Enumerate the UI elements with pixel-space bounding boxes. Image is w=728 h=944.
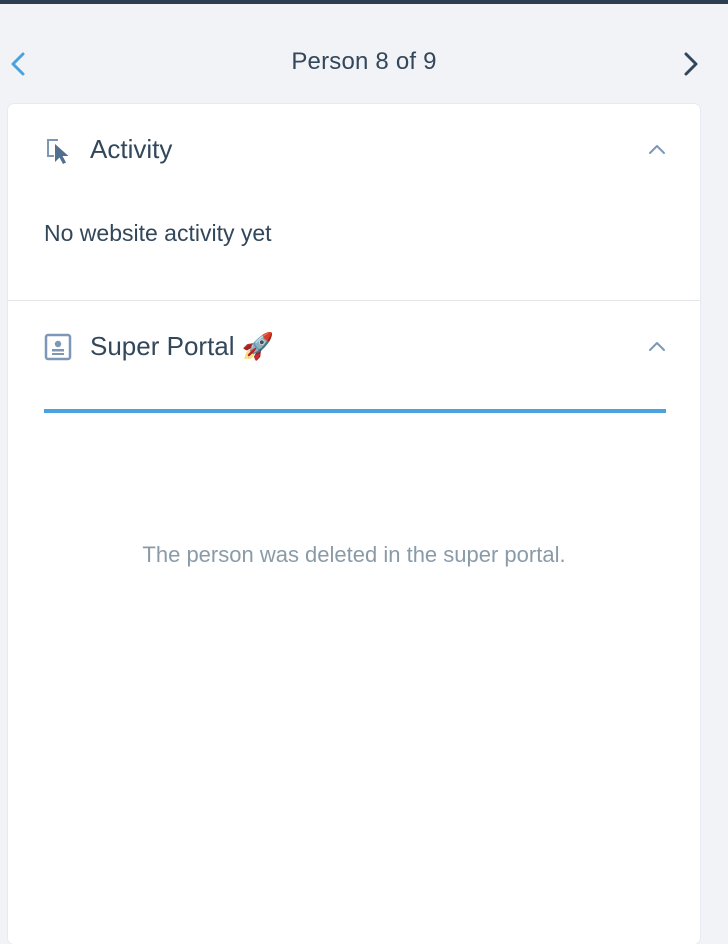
sidebar-card: Activity No website activity yet Super P… [8, 104, 700, 944]
activity-empty-text: No website activity yet [44, 220, 272, 246]
chevron-up-icon[interactable] [646, 335, 668, 357]
super-portal-section-title: Super Portal 🚀 [90, 331, 275, 361]
next-record-button[interactable] [678, 50, 704, 78]
deleted-message: The person was deleted in the super port… [142, 542, 566, 567]
activity-section-title: Activity [90, 134, 173, 164]
record-position-title: Person 8 of 9 [291, 48, 437, 75]
record-navigation: Person 8 of 9 [0, 4, 728, 104]
cursor-click-icon [47, 139, 69, 164]
section-divider [8, 300, 700, 301]
progress-bar-fill [44, 409, 666, 413]
loading-progress-bar [44, 409, 666, 413]
contact-card-icon [44, 333, 72, 361]
chevron-up-icon[interactable] [646, 138, 668, 160]
chevron-right-icon [684, 52, 698, 76]
super-portal-section-header[interactable]: Super Portal 🚀 [8, 323, 700, 371]
activity-section-header[interactable]: Activity [8, 126, 700, 174]
